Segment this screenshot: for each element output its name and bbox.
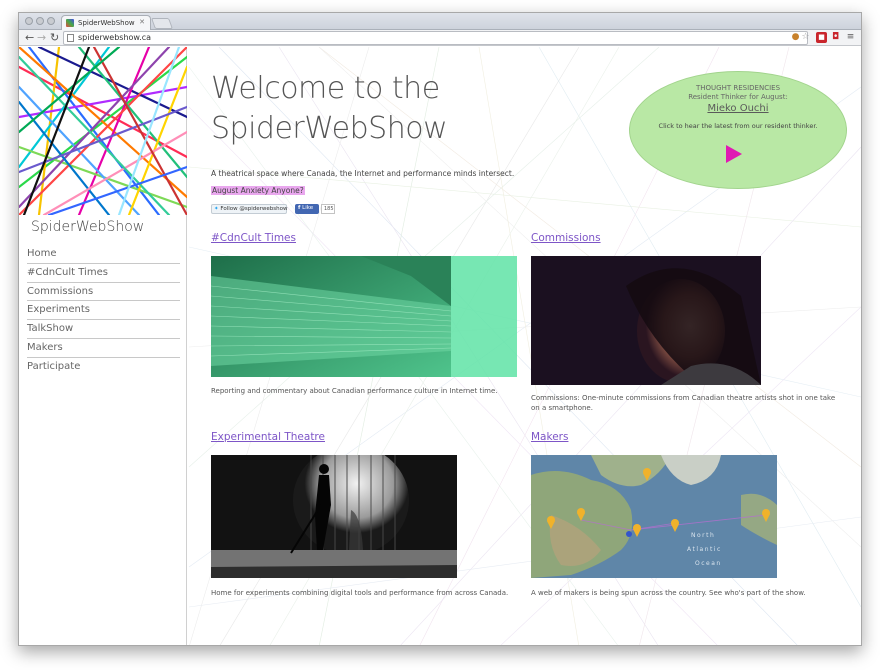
twitter-follow-button[interactable]: ✦ Follow @spiderwebshow [211,204,287,214]
page-title: Welcome to the SpiderWebShow [211,71,448,146]
nav-item-home[interactable]: Home [27,245,180,264]
menu-icon[interactable]: ≡ [845,32,856,43]
close-window-icon[interactable] [25,17,33,25]
section-title-cdncult-times[interactable]: #CdnCult Times [211,232,296,244]
tagline: A theatrical space where Canada, the Int… [211,169,515,178]
residency-subheading: Resident Thinker for August: [688,93,788,101]
cdncult-times-image[interactable] [211,256,517,377]
nav-item-cdncult-times[interactable]: #CdnCult Times [27,264,180,283]
thought-residency-bubble[interactable]: THOUGHT RESIDENCIES Resident Thinker for… [629,71,847,189]
nav-item-commissions[interactable]: Commissions [27,283,180,302]
back-icon[interactable]: ← [25,31,34,45]
facebook-logo-icon: f [298,205,301,211]
featured-post-link[interactable]: August Anxiety Anyone? [211,186,305,195]
facebook-like-count: 185 [321,204,335,214]
url-text: spiderwebshow.ca [78,33,152,42]
minimize-window-icon[interactable] [36,17,44,25]
bookmark-star-icon[interactable]: ☆ [800,32,811,43]
nav-item-talkshow[interactable]: TalkShow [27,320,180,339]
site-name[interactable]: SpiderWebShow [31,219,144,235]
new-tab-button[interactable] [150,18,174,29]
makers-caption: A web of makers is being spun across the… [531,589,806,597]
experimental-theatre-image[interactable] [211,455,457,578]
main-content: Welcome to the SpiderWebShow A theatrica… [187,47,861,645]
experimental-theatre-caption: Home for experiments combining digital t… [211,589,509,597]
facebook-like-label: Like [302,205,314,211]
tab-close-icon[interactable]: ✕ [139,18,145,26]
tab-title: SpiderWebShow [78,19,135,27]
residency-cta: Click to hear the latest from our reside… [658,122,818,130]
reload-icon[interactable]: ↻ [50,31,59,45]
favicon-icon [66,19,74,27]
makers-map[interactable]: North Atlantic Ocean [531,455,777,578]
map-label-atlantic: Atlantic [687,546,722,553]
adblock-icon[interactable]: ■ [816,32,827,43]
nav-item-makers[interactable]: Makers [27,339,180,358]
page-icon [67,34,74,42]
nav-item-experiments[interactable]: Experiments [27,301,180,321]
sidebar: SpiderWebShow Home #CdnCult Times Commis… [19,47,187,645]
maximize-window-icon[interactable] [47,17,55,25]
play-icon[interactable] [726,145,742,163]
section-title-commissions[interactable]: Commissions [531,232,601,244]
forward-icon[interactable]: → [37,31,46,45]
web-page: SpiderWebShow Home #CdnCult Times Commis… [19,47,861,645]
tab-strip: SpiderWebShow ✕ [19,13,861,30]
nav-item-participate[interactable]: Participate [27,358,180,377]
twitter-bird-icon: ✦ [214,206,219,212]
pocket-icon[interactable]: ◘ [830,32,841,43]
sidebar-nav: Home #CdnCult Times Commissions Experime… [27,245,180,377]
address-bar[interactable]: spiderwebshow.ca [63,31,808,45]
resident-thinker-link[interactable]: Mieko Ouchi [630,103,846,114]
browser-toolbar: ← → ↻ spiderwebshow.ca ● ☆ ■ ◘ ≡ [19,30,861,46]
twitter-follow-label: Follow @spiderwebshow [220,206,288,212]
section-title-makers[interactable]: Makers [531,431,568,443]
cdncult-times-caption: Reporting and commentary about Canadian … [211,387,498,395]
map-label-north: North [691,532,715,539]
commissions-caption: Commissions: One-minute commissions from… [531,394,836,412]
browser-tab[interactable]: SpiderWebShow ✕ [61,15,151,30]
section-title-experimental-theatre[interactable]: Experimental Theatre [211,431,325,443]
map-label-ocean: Ocean [695,560,722,567]
residency-heading: THOUGHT RESIDENCIES [695,84,781,92]
spider-web-logo[interactable] [19,47,187,215]
facebook-like-button[interactable]: f Like [295,204,319,214]
browser-window: SpiderWebShow ✕ ← → ↻ spiderwebshow.ca ●… [18,12,862,646]
commissions-image[interactable] [531,256,761,385]
